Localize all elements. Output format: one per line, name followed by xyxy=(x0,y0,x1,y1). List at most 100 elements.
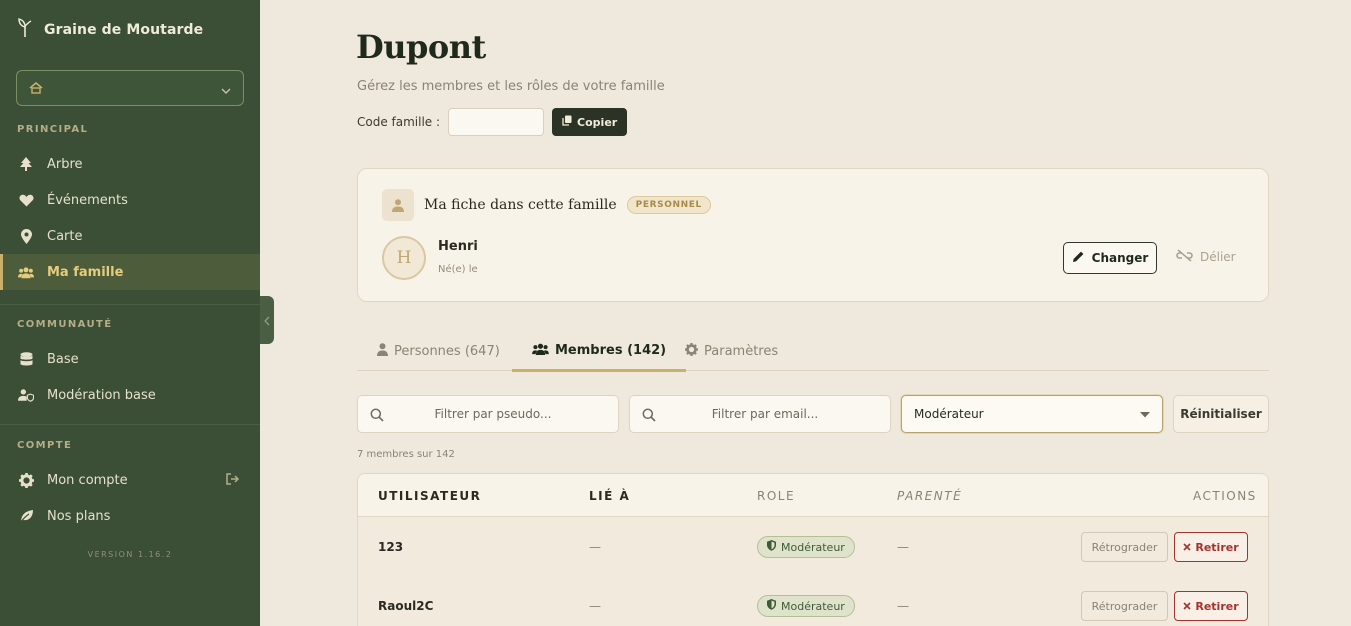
sidebar-item-moderation-base[interactable]: Modération base xyxy=(0,377,260,413)
user-shield-icon xyxy=(18,387,34,403)
pencil-icon xyxy=(1072,250,1085,266)
tab-label: Paramètres xyxy=(704,344,779,359)
person-birth: Né(e) le xyxy=(438,264,478,275)
family-code-field[interactable] xyxy=(448,108,545,136)
cell-parente: — xyxy=(897,599,909,613)
unlink-label: Délier xyxy=(1200,250,1236,264)
sidebar-item-arbre[interactable]: Arbre xyxy=(0,146,260,182)
leaf-icon xyxy=(18,508,34,524)
sidebar-item-label: Carte xyxy=(47,228,83,244)
table-row: 123 — Modérateur — Rétrograder Retirer xyxy=(358,517,1268,576)
close-icon xyxy=(1183,600,1191,613)
gear-icon xyxy=(685,343,698,360)
col-header-actions: ACTIONS xyxy=(1193,489,1257,503)
table-row: Raoul2C — Modérateur — Rétrograder Retir… xyxy=(358,576,1268,626)
sidebar-item-label: Événements xyxy=(47,192,128,208)
search-icon xyxy=(642,407,656,426)
role-filter-value: Modérateur xyxy=(914,407,984,421)
sidebar-item-label: Nos plans xyxy=(47,508,111,524)
sidebar-item-label: Modération base xyxy=(47,387,156,403)
sidebar-collapse-toggle[interactable] xyxy=(260,296,274,344)
gear-icon xyxy=(18,472,34,488)
user-icon xyxy=(377,343,388,360)
role-filter-select[interactable]: Modérateur xyxy=(901,395,1163,433)
col-header-linked: LIÉ À xyxy=(589,489,631,503)
change-label: Changer xyxy=(1091,251,1149,265)
demote-button[interactable]: Rétrograder xyxy=(1081,591,1168,621)
brand[interactable]: Graine de Moutarde xyxy=(18,18,203,42)
unlink-button[interactable]: Délier xyxy=(1176,249,1236,265)
logout-icon[interactable] xyxy=(226,473,240,489)
pseudo-filter-placeholder: Filtrer par pseudo... xyxy=(434,407,552,421)
close-icon xyxy=(1183,541,1191,554)
reset-button[interactable]: Réinitialiser xyxy=(1173,395,1269,433)
col-header-parente: PARENTÉ xyxy=(897,489,963,503)
chevron-left-icon xyxy=(264,311,270,330)
my-profile-card: Ma fiche dans cette famille PERSONNEL H … xyxy=(357,168,1269,302)
remove-label: Retirer xyxy=(1195,540,1239,554)
shield-icon xyxy=(767,540,776,554)
cell-parente: — xyxy=(897,540,909,554)
divider xyxy=(0,424,260,425)
sidebar-item-base[interactable]: Base xyxy=(0,341,260,377)
members-table: UTILISATEUR LIÉ À ROLE PARENTÉ ACTIONS 1… xyxy=(357,473,1269,626)
user-icon xyxy=(382,189,414,221)
personal-badge: PERSONNEL xyxy=(626,196,711,214)
email-filter-input[interactable]: Filtrer par email... xyxy=(629,395,891,433)
remove-button[interactable]: Retirer xyxy=(1174,591,1248,621)
pseudo-filter-input[interactable]: Filtrer par pseudo... xyxy=(357,395,619,433)
avatar: H xyxy=(382,236,426,280)
card-title: Ma fiche dans cette famille xyxy=(424,197,617,213)
tab-label: Membres (142) xyxy=(555,343,667,358)
col-header-user: UTILISATEUR xyxy=(378,489,482,503)
tab-parametres[interactable]: Paramètres xyxy=(665,332,798,371)
page-title: Dupont xyxy=(356,28,486,66)
role-label: Modérateur xyxy=(781,599,845,613)
tab-membres[interactable]: Membres (142) xyxy=(512,332,687,372)
email-filter-placeholder: Filtrer par email... xyxy=(711,407,819,421)
person-name: Henri xyxy=(438,239,478,254)
section-title-principal: PRINCIPAL xyxy=(17,124,89,135)
role-badge: Modérateur xyxy=(757,536,855,558)
col-header-role[interactable]: ROLE xyxy=(757,489,795,503)
tabs: Personnes (647) Membres (142) Paramètres xyxy=(357,332,1269,372)
users-icon xyxy=(18,264,34,280)
family-switcher[interactable] xyxy=(16,70,244,106)
role-label: Modérateur xyxy=(781,540,845,554)
section-title-compte: COMPTE xyxy=(17,440,73,451)
page-subtitle: Gérez les membres et les rôles de votre … xyxy=(357,79,665,94)
sidebar: Graine de Moutarde PRINCIPAL Arbre Événe… xyxy=(0,0,260,626)
brand-name: Graine de Moutarde xyxy=(44,22,204,38)
tab-label: Personnes (647) xyxy=(394,344,500,359)
users-icon xyxy=(532,343,549,359)
sidebar-item-label: Ma famille xyxy=(47,264,124,280)
cell-linked: — xyxy=(589,540,601,554)
cell-linked: — xyxy=(589,599,601,613)
caret-down-icon xyxy=(1140,407,1150,421)
sidebar-item-label: Mon compte xyxy=(47,472,128,488)
tab-personnes[interactable]: Personnes (647) xyxy=(357,332,520,371)
chevron-down-icon xyxy=(221,79,231,98)
database-icon xyxy=(18,351,34,367)
card-header: Ma fiche dans cette famille PERSONNEL xyxy=(382,189,711,221)
change-button[interactable]: Changer xyxy=(1063,242,1157,274)
search-icon xyxy=(370,407,384,426)
sidebar-item-nos-plans[interactable]: Nos plans xyxy=(0,498,260,534)
member-count: 7 membres sur 142 xyxy=(357,449,455,460)
demote-button[interactable]: Rétrograder xyxy=(1081,532,1168,562)
cell-user: Raoul2C xyxy=(378,599,434,613)
sidebar-item-ma-famille[interactable]: Ma famille xyxy=(0,254,260,290)
sidebar-item-carte[interactable]: Carte xyxy=(0,218,260,254)
map-pin-icon xyxy=(18,228,34,244)
sidebar-item-mon-compte[interactable]: Mon compte xyxy=(0,462,260,498)
shield-icon xyxy=(767,599,776,613)
sprout-icon xyxy=(18,18,32,42)
copy-label: Copier xyxy=(577,115,618,129)
heart-icon xyxy=(18,192,34,208)
copy-button[interactable]: Copier xyxy=(552,108,628,136)
remove-button[interactable]: Retirer xyxy=(1174,532,1248,562)
copy-icon xyxy=(562,115,572,129)
sidebar-item-evenements[interactable]: Événements xyxy=(0,182,260,218)
sidebar-item-label: Base xyxy=(47,351,79,367)
family-code-row: Code famille : Copier xyxy=(357,108,628,136)
